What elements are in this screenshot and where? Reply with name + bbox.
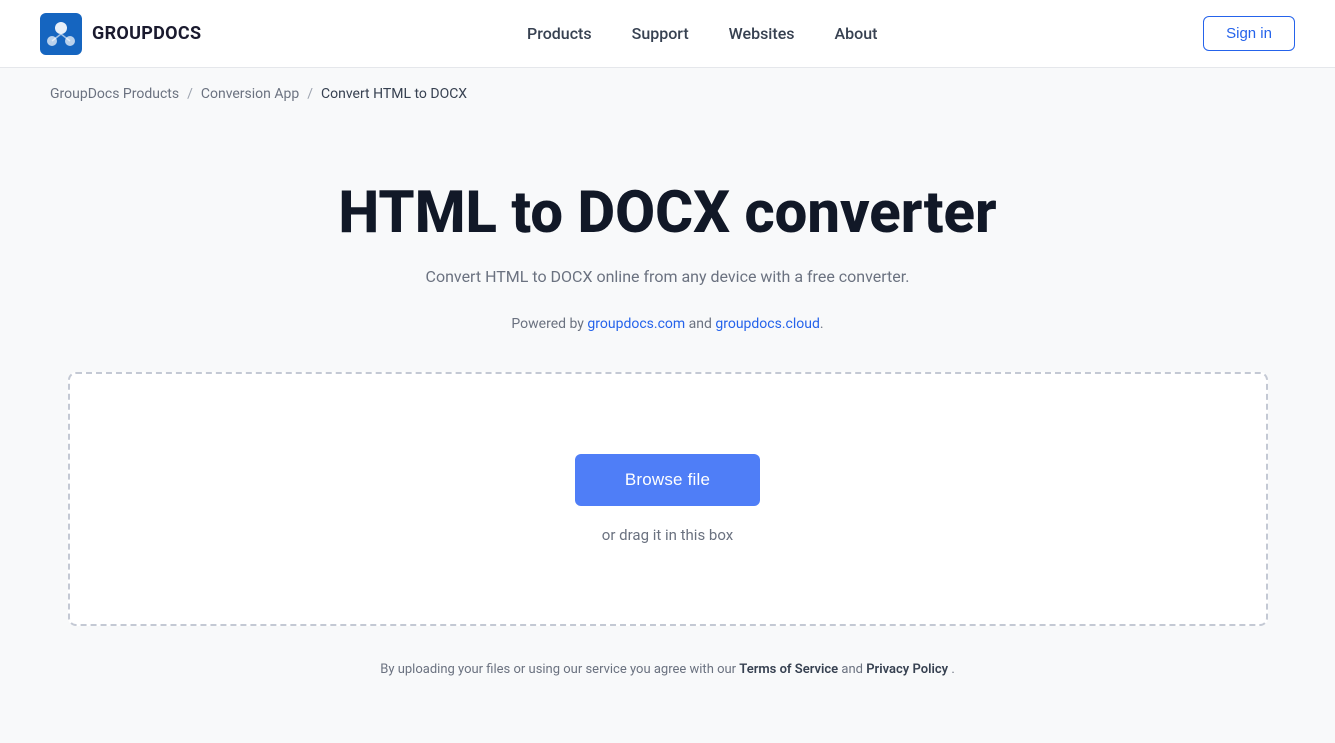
nav-products[interactable]: Products: [527, 16, 592, 51]
nav-about[interactable]: About: [835, 16, 878, 51]
footer-note-prefix: By uploading your files or using our ser…: [380, 662, 736, 677]
groupdocs-com-link[interactable]: groupdocs.com: [587, 316, 685, 332]
browse-file-button[interactable]: Browse file: [575, 454, 760, 506]
groupdocs-logo-icon: [40, 13, 82, 55]
breadcrumb-separator-2: /: [307, 86, 313, 102]
main-content: HTML to DOCX converter Convert HTML to D…: [0, 120, 1335, 717]
breadcrumb: GroupDocs Products / Conversion App / Co…: [0, 68, 1335, 120]
logo-text: GROUPDOCS: [92, 23, 201, 44]
footer-note-suffix: .: [951, 662, 954, 677]
breadcrumb-current: Convert HTML to DOCX: [321, 86, 467, 102]
drag-text: or drag it in this box: [602, 526, 733, 544]
powered-by-and: and: [689, 316, 716, 332]
sign-in-button[interactable]: Sign in: [1203, 16, 1295, 51]
logo[interactable]: GROUPDOCS: [40, 13, 201, 55]
page-subtitle: Convert HTML to DOCX online from any dev…: [426, 267, 910, 286]
breadcrumb-conversion-app[interactable]: Conversion App: [201, 86, 299, 102]
privacy-policy-link[interactable]: Privacy Policy: [866, 662, 948, 677]
terms-of-service-link[interactable]: Terms of Service: [739, 662, 838, 677]
powered-by-text: Powered by groupdocs.com and groupdocs.c…: [511, 316, 823, 332]
page-title: HTML to DOCX converter: [338, 180, 996, 247]
main-nav: Products Support Websites About: [527, 16, 877, 51]
drop-zone[interactable]: Browse file or drag it in this box: [68, 372, 1268, 626]
footer-note: By uploading your files or using our ser…: [340, 662, 995, 677]
site-header: GROUPDOCS Products Support Websites Abou…: [0, 0, 1335, 68]
breadcrumb-groupdocs-products[interactable]: GroupDocs Products: [50, 86, 179, 102]
footer-note-and: and: [841, 662, 866, 677]
powered-by-prefix: Powered by: [511, 316, 584, 332]
breadcrumb-separator-1: /: [187, 86, 193, 102]
nav-websites[interactable]: Websites: [729, 16, 795, 51]
groupdocs-cloud-link[interactable]: groupdocs.cloud: [715, 316, 820, 332]
nav-support[interactable]: Support: [632, 16, 689, 51]
